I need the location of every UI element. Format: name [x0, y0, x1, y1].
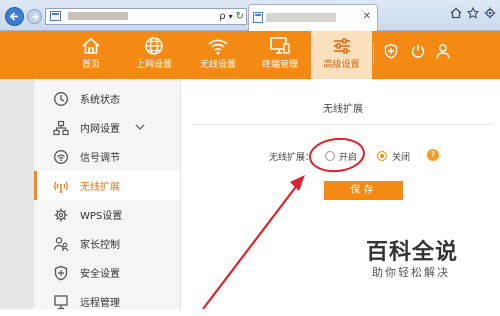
- globe-icon: [145, 37, 163, 55]
- clock-icon: [52, 90, 70, 108]
- watermark-title: 百科全说: [366, 240, 459, 265]
- star-icon[interactable]: [467, 7, 479, 19]
- radio-disable[interactable]: [377, 151, 387, 161]
- sidebar-item-label: 系统状态: [80, 95, 120, 106]
- sidebar-item-remote-management[interactable]: 远程管理: [34, 287, 180, 316]
- browser-tab[interactable]: ✕: [248, 4, 378, 31]
- parent-icon: [52, 235, 70, 253]
- sidebar-item-wps[interactable]: WPS设置: [34, 200, 180, 229]
- forward-arrow-icon: [31, 13, 38, 20]
- help-icon[interactable]: ?: [427, 149, 439, 161]
- shield-plus-icon[interactable]: [383, 43, 399, 63]
- sidebar-item-label: 安全设置: [80, 269, 120, 280]
- browser-toolbar: ρ ▾ ↻ ✕: [0, 0, 500, 31]
- address-bar[interactable]: ρ ▾ ↻: [45, 8, 247, 25]
- nav-wireless-settings[interactable]: 无线设置: [192, 31, 244, 79]
- sidebar-item-system-status[interactable]: 系统状态: [34, 84, 180, 113]
- wireless-extend-label: 无线扩展：: [269, 153, 315, 163]
- sidebar-item-label: 无线扩展: [80, 182, 120, 193]
- router-header: 首页 上网设置 无线设置 终端管理 高级设置: [0, 31, 500, 79]
- sidebar-item-label: WPS设置: [80, 211, 123, 222]
- sidebar-item-label: 内网设置: [80, 124, 120, 135]
- user-icon[interactable]: [435, 43, 451, 63]
- home-icon: [82, 37, 100, 54]
- header-divider: [373, 43, 374, 65]
- monitor-icon: [270, 37, 290, 54]
- shield-icon: [52, 264, 70, 282]
- nav-wireless-label: 无线设置: [199, 60, 236, 70]
- radio-enable[interactable]: [325, 151, 335, 161]
- chevron-down-icon[interactable]: [134, 121, 146, 133]
- home-icon[interactable]: [450, 7, 462, 19]
- page-favicon-icon: [50, 11, 61, 21]
- tab-favicon-icon: [253, 12, 263, 23]
- sidebar-item-label: 信号调节: [80, 153, 120, 164]
- refresh-icon[interactable]: ↻: [236, 11, 244, 22]
- address-url-blurred: [68, 12, 128, 20]
- power-icon[interactable]: [410, 43, 426, 63]
- page-title: 无线扩展: [323, 104, 363, 115]
- active-indicator: [34, 171, 37, 200]
- radio-enable-label[interactable]: 开启: [339, 150, 357, 163]
- sidebar-item-label: 远程管理: [80, 298, 120, 309]
- sidebar-item-label: 家长控制: [80, 240, 120, 251]
- sidebar-item-signal-tuning[interactable]: 信号调节: [34, 142, 180, 171]
- network-icon: [52, 119, 70, 137]
- nav-internet-label: 上网设置: [135, 60, 172, 70]
- remote-icon: [52, 293, 70, 311]
- forward-button[interactable]: [27, 9, 42, 24]
- tab-close-icon[interactable]: ✕: [363, 11, 371, 22]
- save-button[interactable]: 保存: [324, 181, 403, 200]
- sidebar-item-wireless-extend[interactable]: 无线扩展: [34, 171, 180, 200]
- watermark-subtitle: 助你轻松解决: [372, 266, 450, 279]
- tab-title-blurred: [266, 13, 336, 22]
- nav-home[interactable]: 首页: [68, 31, 114, 79]
- browser-utility-icons: [450, 7, 496, 19]
- nav-advanced-settings[interactable]: 高级设置: [311, 31, 372, 79]
- signal-icon: [52, 148, 70, 166]
- settings-gear-icon[interactable]: [484, 7, 496, 19]
- radio-disable-label[interactable]: 关闭: [392, 150, 410, 163]
- dropdown-icon[interactable]: ▾: [229, 12, 233, 21]
- nav-internet-settings[interactable]: 上网设置: [128, 31, 180, 79]
- back-arrow-icon: [9, 12, 18, 21]
- nav-terminal-management[interactable]: 终端管理: [253, 31, 307, 79]
- nav-home-label: 首页: [81, 60, 100, 70]
- search-icon[interactable]: ρ: [219, 11, 225, 22]
- back-button[interactable]: [5, 7, 24, 26]
- nav-advanced-label: 高级设置: [323, 60, 360, 70]
- sidebar-item-parental-control[interactable]: 家长控制: [34, 229, 180, 258]
- wireless-extend-icon: [52, 177, 70, 195]
- wifi-icon: [208, 39, 228, 55]
- sidebar-item-security[interactable]: 安全设置: [34, 258, 180, 287]
- sidebar-left-strip: [0, 79, 34, 309]
- title-divider: [193, 124, 493, 125]
- sidebar-item-lan-settings[interactable]: 内网设置: [34, 113, 180, 142]
- sliders-icon: [333, 38, 350, 54]
- gear-icon: [52, 206, 70, 224]
- nav-terminal-label: 终端管理: [261, 60, 298, 70]
